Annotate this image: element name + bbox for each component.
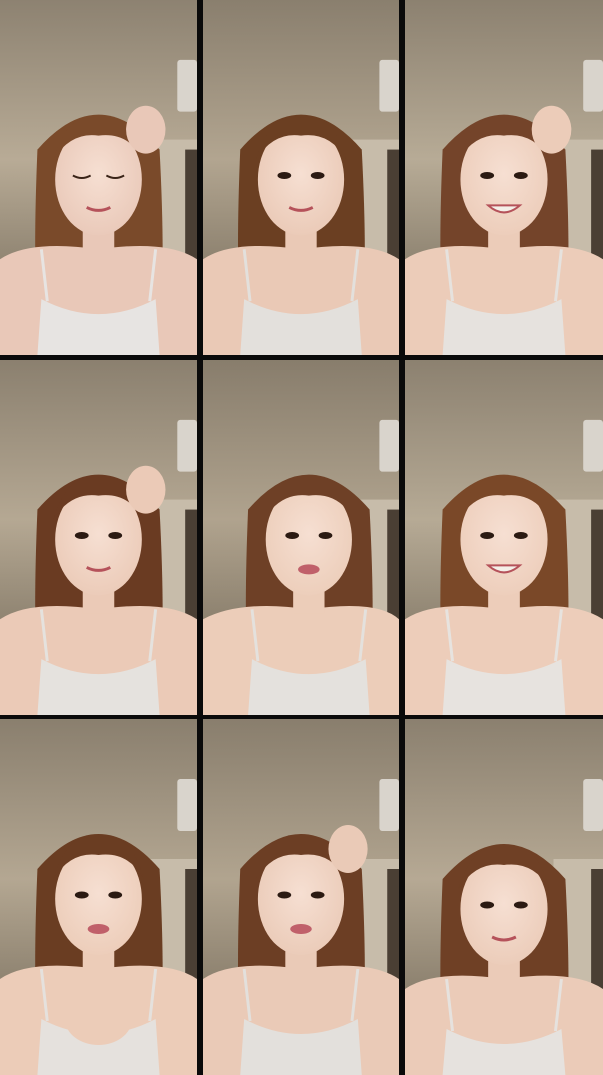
- eye: [74, 891, 89, 899]
- photo-frame: [0, 0, 197, 355]
- hand: [126, 465, 166, 514]
- air-conditioner: [583, 59, 603, 112]
- hands: [65, 993, 132, 1045]
- eye: [513, 172, 528, 179]
- photo-frame: [203, 719, 399, 1075]
- photo: [405, 360, 603, 715]
- air-conditioner: [379, 419, 399, 472]
- air-conditioner: [177, 419, 197, 472]
- air-conditioner: [583, 779, 603, 831]
- air-conditioner: [583, 419, 603, 472]
- photo-frame: [405, 719, 603, 1075]
- eye: [310, 172, 325, 179]
- hand: [126, 105, 166, 154]
- photo: [0, 719, 197, 1075]
- photo: [203, 719, 399, 1075]
- eye: [277, 172, 292, 179]
- eye: [318, 532, 333, 539]
- air-conditioner: [379, 59, 399, 112]
- photo: [405, 0, 603, 355]
- mouth: [87, 924, 110, 934]
- eye: [74, 532, 89, 539]
- eye: [480, 901, 495, 909]
- photo: [0, 0, 197, 355]
- photo-frame: [405, 360, 603, 715]
- photo: [405, 719, 603, 1075]
- air-conditioner: [177, 59, 197, 112]
- hand: [328, 825, 368, 873]
- eye: [108, 532, 123, 539]
- eye: [310, 891, 325, 899]
- hand: [531, 105, 572, 154]
- eye: [277, 891, 292, 899]
- photo: [0, 360, 197, 715]
- photo-frame: [405, 0, 603, 355]
- photo: [203, 0, 399, 355]
- eye: [108, 891, 123, 899]
- eye: [285, 532, 300, 539]
- eye: [513, 901, 528, 909]
- photo-frame: [0, 360, 197, 715]
- mouth: [298, 564, 320, 575]
- eye: [513, 532, 528, 539]
- mouth: [290, 924, 312, 934]
- photo-collage: [0, 0, 603, 1075]
- eye: [480, 532, 495, 539]
- air-conditioner: [177, 779, 197, 831]
- photo: [203, 360, 399, 715]
- photo-frame: [203, 360, 399, 715]
- photo-frame: [0, 719, 197, 1075]
- air-conditioner: [379, 779, 399, 831]
- photo-frame: [203, 0, 399, 355]
- eye: [480, 172, 495, 179]
